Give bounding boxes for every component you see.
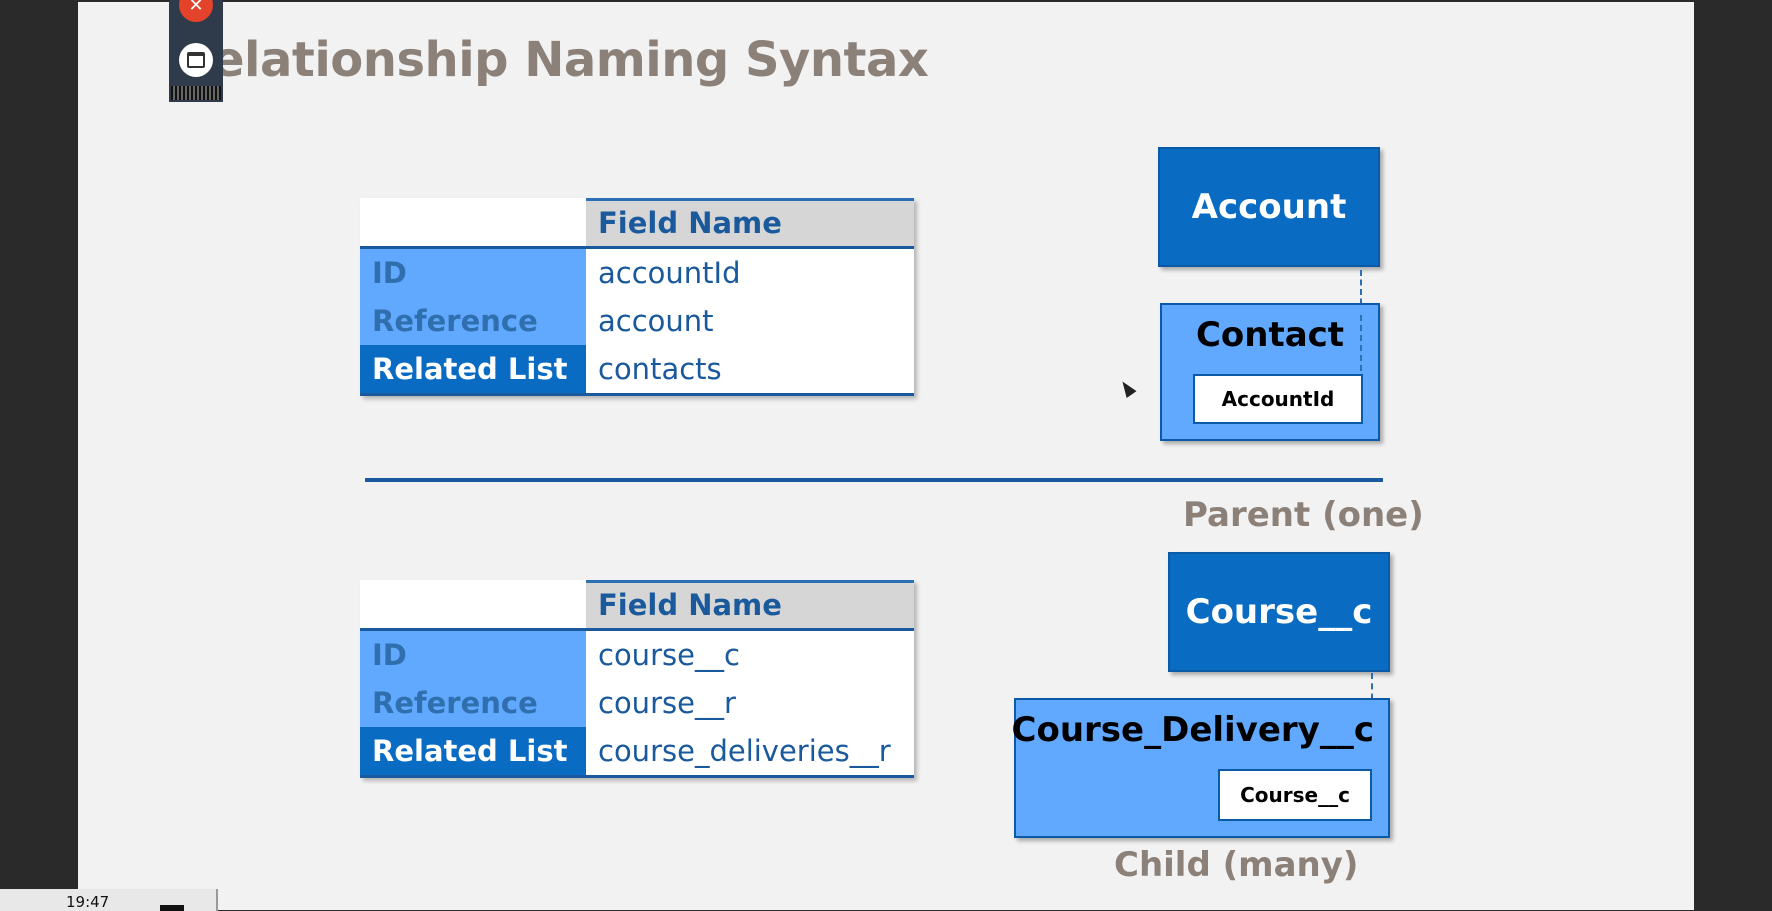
taskbar-square-icon[interactable] <box>160 905 184 911</box>
table-row: ID course__c <box>360 631 914 679</box>
row-value: course__r <box>586 679 914 727</box>
table-row: Related List contacts <box>360 345 914 393</box>
parent-caption: Parent (one) <box>1183 495 1424 535</box>
row-label: ID <box>360 249 586 297</box>
window-toggle-button[interactable] <box>179 43 213 77</box>
table-header-row: Field Name <box>360 198 914 246</box>
taskbar-clock: 19:47 <box>66 893 110 911</box>
field-name-table-course: Field Name ID course__c Reference course… <box>360 580 914 778</box>
table-header: Field Name <box>586 580 914 628</box>
table-row: Reference course__r <box>360 679 914 727</box>
table-row: Reference account <box>360 297 914 345</box>
table-header-blank <box>360 580 586 628</box>
row-value: contacts <box>586 345 914 393</box>
field-name-table-account: Field Name ID accountId Reference accoun… <box>360 198 914 396</box>
slide-title: elationship Naming Syntax <box>212 32 929 88</box>
accountid-field-box: AccountId <box>1193 374 1363 424</box>
row-value: accountId <box>586 249 914 297</box>
table-header-blank <box>360 198 586 246</box>
row-label: Reference <box>360 297 586 345</box>
child-caption: Child (many) <box>1114 845 1359 885</box>
row-label: Related List <box>360 727 586 775</box>
toolbar-drag-handle[interactable] <box>171 86 221 100</box>
course-delivery-object-label: Course_Delivery__c <box>1011 710 1374 750</box>
row-label: Related List <box>360 345 586 393</box>
row-value: course_deliveries__r <box>586 727 914 775</box>
table-row: Related List course_deliveries__r <box>360 727 914 775</box>
section-divider <box>365 478 1383 482</box>
table-header: Field Name <box>586 198 914 246</box>
table-row: ID accountId <box>360 249 914 297</box>
table-bottom-border <box>360 775 914 778</box>
window-icon <box>187 52 205 68</box>
row-value: account <box>586 297 914 345</box>
row-label: ID <box>360 631 586 679</box>
course-object-box: Course__c <box>1168 552 1390 672</box>
course-field-box: Course__c <box>1218 769 1372 821</box>
relationship-connector-inner <box>1360 315 1362 371</box>
row-value: course__c <box>586 631 914 679</box>
table-bottom-border <box>360 393 914 396</box>
account-object-box: Account <box>1158 147 1380 267</box>
table-header-row: Field Name <box>360 580 914 628</box>
row-label: Reference <box>360 679 586 727</box>
taskbar-divider <box>216 889 218 911</box>
mic-off-icon: ✕ <box>188 0 204 16</box>
contact-object-label: Contact <box>1195 315 1345 355</box>
